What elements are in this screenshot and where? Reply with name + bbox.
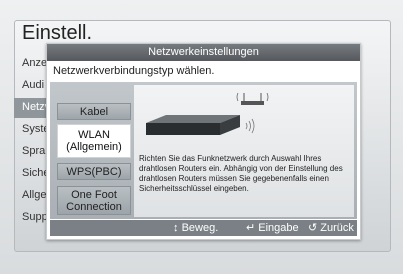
wireless-router-illustration <box>146 92 269 135</box>
option-wps[interactable]: WPS(PBC) <box>57 163 131 180</box>
option-wps-label: WPS(PBC) <box>66 165 122 178</box>
return-icon: ↺ <box>308 222 318 234</box>
blu-ray-player-icon <box>146 115 240 135</box>
settings-title: Einstell. <box>22 22 93 44</box>
option-wlan-label-line2: (Allgemein) <box>66 141 122 153</box>
enter-label: Eingabe <box>258 222 299 234</box>
tv-screen: Einstell. Anze Audi Netzv Syste Spra Sic… <box>0 0 403 274</box>
info-description: Richten Sie das Funknetzwerk durch Auswa… <box>139 154 343 193</box>
option-wlan-label-line1: WLAN <box>78 129 110 141</box>
move-label: Beweg. <box>181 222 219 234</box>
back-hint: ↺ Zurück <box>308 220 354 236</box>
option-one-foot-label-line2: Connection <box>66 200 122 213</box>
dialog-footer: ↕ Beweg. ↵ Eingabe ↺ Zurück <box>50 220 357 236</box>
dialog-title: Netzwerkeinstellungen <box>47 44 360 61</box>
router-icon <box>236 92 269 105</box>
info-panel: Richten Sie das Funknetzwerk durch Auswa… <box>134 85 354 217</box>
option-one-foot-label-line1: One Foot <box>71 188 117 201</box>
option-wlan[interactable]: WLAN (Allgemein) <box>57 124 131 158</box>
move-hint: ↕ Beweg. <box>173 220 218 236</box>
dialog-subtitle: Netzwerkverbindungstyp wählen. <box>53 65 215 77</box>
enter-hint: ↵ Eingabe <box>246 220 299 236</box>
enter-icon: ↵ <box>246 222 256 234</box>
option-one-foot-connection[interactable]: One Foot Connection <box>57 186 131 215</box>
network-settings-dialog: Netzwerkeinstellungen Netzwerkverbindung… <box>46 43 361 240</box>
up-down-arrows-icon: ↕ <box>173 222 179 234</box>
back-label: Zurück <box>320 222 354 234</box>
option-kabel[interactable]: Kabel <box>57 103 131 120</box>
option-kabel-label: Kabel <box>79 105 109 118</box>
signal-waves-icon <box>245 118 255 134</box>
dialog-body: Kabel WLAN (Allgemein) WPS(PBC) One Foot… <box>50 82 357 219</box>
